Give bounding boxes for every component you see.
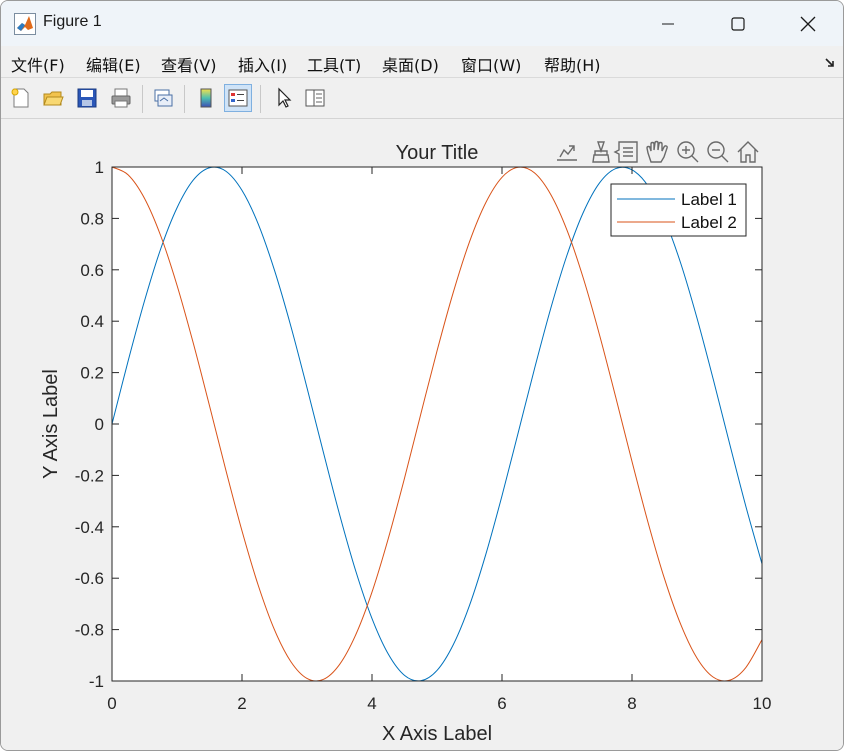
insert-legend-icon[interactable] — [224, 84, 252, 112]
toolbar-separator — [184, 85, 185, 113]
axes-toolbar — [555, 140, 761, 164]
zoom-in-icon[interactable] — [675, 140, 699, 164]
menu-insert[interactable]: 插入(I) — [238, 52, 287, 76]
y-axis-label: Y Axis Label — [40, 369, 62, 479]
close-button[interactable] — [773, 1, 843, 46]
link-plot-icon[interactable] — [149, 84, 177, 112]
legend-label-1: Label 1 — [681, 190, 737, 209]
y-tick-label: 0.4 — [80, 312, 104, 331]
menu-file[interactable]: 文件(F) — [11, 52, 65, 76]
home-icon[interactable] — [735, 140, 761, 164]
data-tips-icon[interactable] — [613, 140, 638, 164]
menu-tools[interactable]: 工具(T) — [307, 52, 361, 76]
zoom-out-icon[interactable] — [705, 140, 729, 164]
maximize-button[interactable] — [703, 1, 773, 46]
menu-bar: 文件(F) 编辑(E) 查看(V) 插入(I) 工具(T) 桌面(D) 窗口(W… — [1, 46, 843, 78]
toolbar-separator — [260, 85, 261, 113]
print-icon[interactable] — [107, 84, 135, 112]
window-title: Figure 1 — [43, 13, 102, 30]
minimize-button[interactable] — [633, 1, 703, 46]
figure-toolbar — [1, 79, 843, 119]
y-tick-label: 1 — [95, 158, 104, 177]
save-icon[interactable] — [73, 84, 101, 112]
pointer-icon[interactable] — [269, 84, 297, 112]
plot-area[interactable] — [112, 167, 762, 681]
pan-hand-icon[interactable] — [644, 140, 670, 164]
x-axis-label: X Axis Label — [382, 723, 492, 745]
legend[interactable]: Label 1 Label 2 — [610, 183, 747, 237]
maximize-icon — [731, 16, 745, 31]
y-tick-label: -0.6 — [75, 569, 104, 588]
chart-title: Your Title — [396, 142, 479, 164]
brush-icon[interactable] — [585, 140, 610, 164]
y-tick-label: -1 — [89, 672, 104, 691]
menu-window[interactable]: 窗口(W) — [461, 52, 521, 76]
menu-desktop[interactable]: 桌面(D) — [382, 52, 439, 76]
minimize-icon — [662, 23, 674, 24]
y-tick-label: -0.8 — [75, 621, 104, 640]
export-icon[interactable] — [555, 140, 579, 164]
figure-window: Figure 1 文件(F) 编辑(E) 查看(V) 插入(I) 工具(T) 桌… — [0, 0, 844, 751]
legend-label-2: Label 2 — [681, 213, 737, 232]
y-tick-label: -0.2 — [75, 466, 104, 485]
property-inspector-icon[interactable] — [301, 84, 329, 112]
toolbar-separator — [142, 85, 143, 113]
new-figure-icon[interactable] — [7, 84, 35, 112]
x-tick-label: 2 — [237, 694, 246, 713]
y-tick-label: 0.6 — [80, 261, 104, 280]
x-tick-label: 8 — [627, 694, 636, 713]
x-tick-label: 4 — [367, 694, 376, 713]
x-tick-label: 10 — [753, 694, 772, 713]
close-icon — [800, 16, 816, 31]
menu-help[interactable]: 帮助(H) — [544, 52, 601, 76]
x-tick-label: 0 — [107, 694, 116, 713]
line-chart[interactable]: 0 2 4 6 8 10-1-0.8-0.6-0.4-0.200.20.40.60.81 … — [1, 120, 844, 751]
insert-colorbar-icon[interactable] — [192, 84, 220, 112]
y-tick-label: 0 — [95, 415, 104, 434]
dock-arrow-icon[interactable] — [823, 55, 837, 69]
menu-edit[interactable]: 编辑(E) — [86, 52, 141, 76]
open-file-icon[interactable] — [39, 84, 67, 112]
title-bar: Figure 1 — [1, 1, 843, 46]
figure-canvas: 0 2 4 6 8 10 -1 -0.8 -0.6 -0.4 -0.2 0 0.2 0.4 0.6 0.8 1 … — [1, 120, 844, 751]
y-tick-label: 0.8 — [80, 209, 104, 228]
menu-view[interactable]: 查看(V) — [161, 52, 216, 76]
matlab-logo-icon — [14, 13, 36, 35]
x-tick-label: 6 — [497, 694, 506, 713]
y-tick-label: -0.4 — [75, 518, 104, 537]
y-tick-label: 0.2 — [80, 364, 104, 383]
